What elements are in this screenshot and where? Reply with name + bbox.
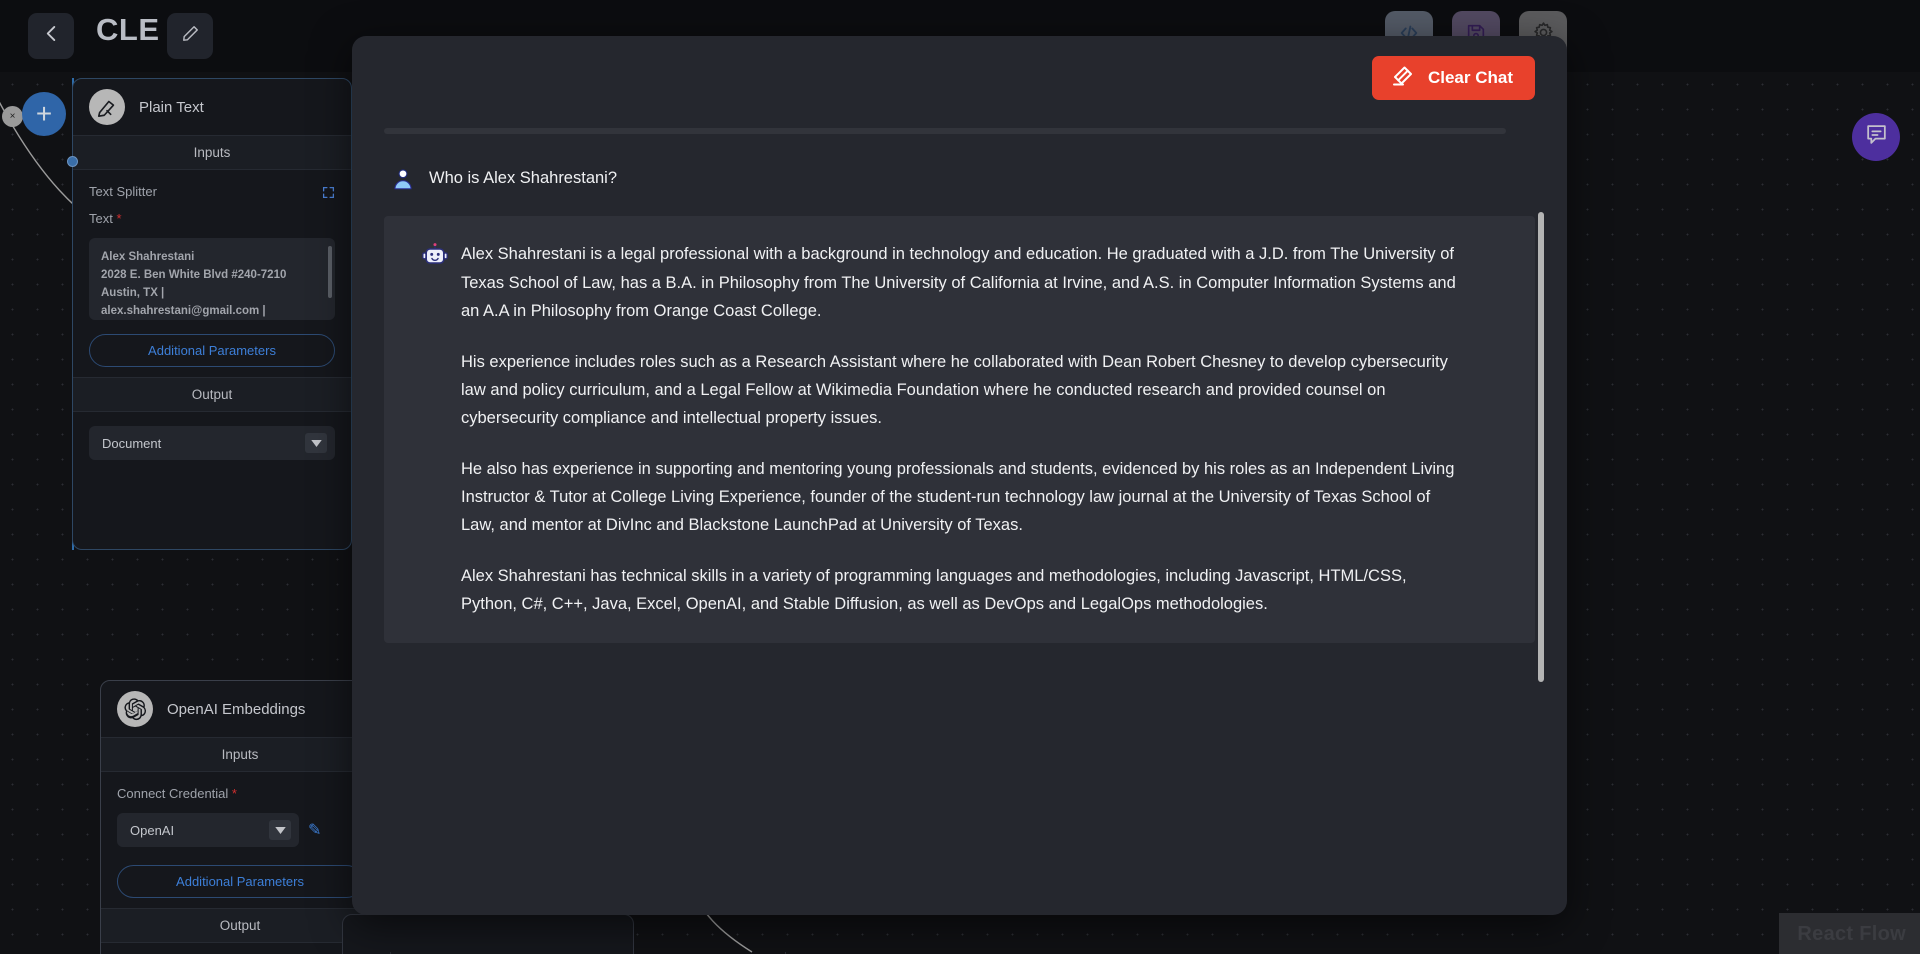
expand-icon[interactable] bbox=[322, 186, 335, 202]
node-inputs-header: Inputs bbox=[73, 135, 351, 170]
clear-chat-button[interactable]: Clear Chat bbox=[1371, 56, 1535, 100]
text-line: alex.shahrestani@gmail.com | bbox=[101, 305, 266, 318]
node-handle-text-splitter[interactable] bbox=[67, 156, 78, 167]
node-header: Plain Text bbox=[73, 79, 351, 135]
node-inputs-header-openai: Inputs bbox=[101, 737, 379, 772]
add-node-label: + bbox=[35, 98, 53, 129]
robot-avatar-icon bbox=[418, 240, 452, 618]
text-line: 2028 E. Ben White Blvd #240-7210 bbox=[101, 269, 287, 282]
message-paragraph: Who is Alex Shahrestani? bbox=[429, 169, 618, 187]
text-field-label-text: Text bbox=[89, 211, 113, 226]
node-plain-text[interactable]: Plain Text Inputs Text Splitter Text * A… bbox=[72, 78, 352, 550]
message-paragraph: He also has experience in supporting and… bbox=[461, 459, 1455, 535]
message-bot: Alex Shahrestani is a legal professional… bbox=[384, 216, 1535, 643]
textarea-scrollbar[interactable] bbox=[328, 246, 332, 298]
add-node-button[interactable]: + bbox=[22, 92, 66, 136]
required-asterisk: * bbox=[116, 211, 122, 226]
page-title: CLE bbox=[96, 12, 160, 47]
node-inputs-body: Text Splitter Text * Alex Shahrestani 202… bbox=[73, 170, 351, 377]
node-output-header: Output bbox=[73, 377, 351, 412]
message-paragraph: His experience includes roles such as a … bbox=[461, 352, 1448, 428]
connect-credential-label: Connect Credential * bbox=[117, 786, 363, 801]
text-line: Alex Shahrestani bbox=[101, 251, 195, 263]
required-asterisk-openai: * bbox=[231, 786, 237, 801]
eraser-icon bbox=[1390, 64, 1414, 93]
application-root: × × Plain Text Inputs Text Splitter bbox=[0, 0, 1920, 954]
message-bot-text: Alex Shahrestani is a legal professional… bbox=[452, 240, 1462, 618]
node-header-openai: OpenAI Embeddings bbox=[101, 681, 379, 737]
chevron-down-icon[interactable] bbox=[305, 433, 327, 453]
message-user: Who is Alex Shahrestani? bbox=[352, 140, 1567, 216]
message-paragraph: Alex Shahrestani is a legal professional… bbox=[461, 245, 1456, 321]
back-button[interactable] bbox=[28, 13, 74, 59]
node-cle-for-deletion[interactable]: cle_for_deletion bbox=[342, 914, 634, 954]
additional-parameters-button-plaintext[interactable]: Additional Parameters bbox=[89, 334, 335, 367]
chevron-left-icon bbox=[44, 24, 59, 48]
pencil-icon bbox=[181, 24, 200, 48]
node-title: Plain Text bbox=[139, 98, 204, 116]
additional-parameters-button-openai[interactable]: Additional Parameters bbox=[117, 865, 363, 898]
node-output-header-openai: Output bbox=[101, 908, 379, 943]
credential-row: OpenAI ✎ bbox=[117, 813, 363, 847]
node-inputs-body-openai: Connect Credential * OpenAI ✎ Additional… bbox=[101, 772, 379, 908]
message-list[interactable]: Who is Alex Shahrestani? Alex Shahrestan… bbox=[352, 140, 1567, 820]
chat-bubble-icon bbox=[1864, 122, 1889, 152]
chat-top-divider bbox=[384, 128, 1506, 134]
clear-chat-label: Clear Chat bbox=[1427, 68, 1513, 87]
user-avatar-icon bbox=[386, 164, 420, 192]
text-input-box[interactable]: Alex Shahrestani 2028 E. Ben White Blvd #… bbox=[89, 238, 335, 320]
credential-value: OpenAI bbox=[130, 822, 175, 838]
node-openai-embeddings[interactable]: OpenAI Embeddings Inputs Connect Credent… bbox=[100, 680, 380, 954]
text-input-value: Alex Shahrestani 2028 E. Ben White Blvd #… bbox=[101, 248, 323, 320]
text-field-label: Text * bbox=[89, 211, 335, 226]
credential-select[interactable]: OpenAI bbox=[117, 813, 299, 847]
connect-credential-label-text: Connect Credential bbox=[117, 786, 229, 801]
chevron-down-icon-credential[interactable] bbox=[269, 820, 291, 840]
text-line: Austin, TX | bbox=[101, 287, 165, 300]
node-title-openai: OpenAI Embeddings bbox=[167, 700, 306, 718]
output-type-value: Document bbox=[102, 435, 162, 451]
message-list-scrollbar[interactable] bbox=[1538, 212, 1544, 682]
edge-delete-label: × bbox=[9, 111, 16, 122]
message-paragraph: Alex Shahrestani has technical skills in… bbox=[461, 566, 1407, 614]
openai-logo-icon bbox=[117, 691, 153, 727]
chat-fab-button[interactable] bbox=[1852, 113, 1900, 161]
pencil-note-icon bbox=[89, 89, 125, 125]
text-splitter-anchor-label: Text Splitter bbox=[89, 184, 157, 199]
chat-dialog: Clear Chat Who is Alex Shahrestani? Alex… bbox=[352, 36, 1567, 915]
message-user-text: Who is Alex Shahrestani? bbox=[420, 164, 617, 192]
react-flow-watermark: React Flow bbox=[1779, 913, 1920, 954]
edit-credential-icon[interactable]: ✎ bbox=[308, 820, 321, 840]
edit-name-button[interactable] bbox=[167, 13, 213, 59]
output-type-select[interactable]: Document bbox=[89, 426, 335, 460]
edge-delete-icon[interactable]: × bbox=[2, 106, 23, 127]
